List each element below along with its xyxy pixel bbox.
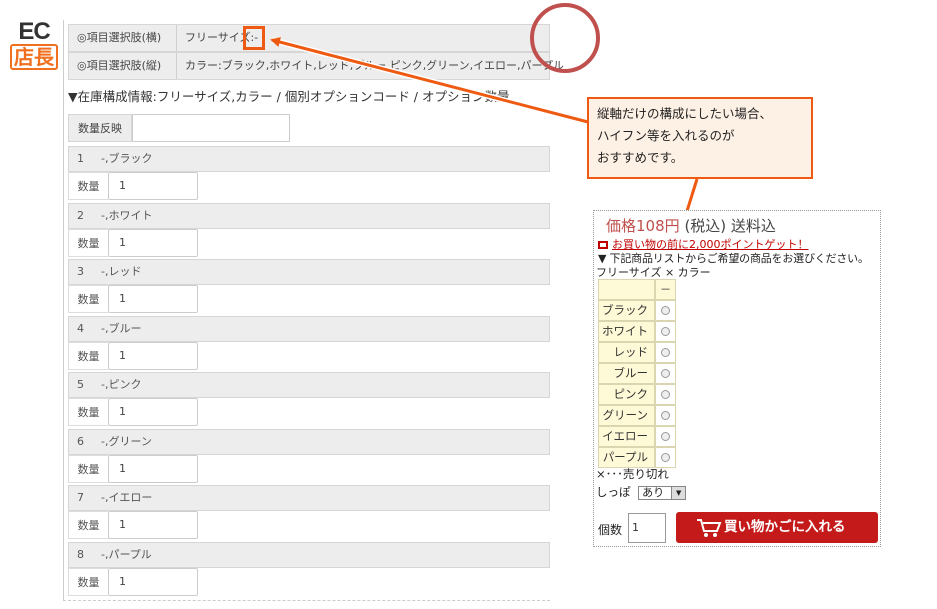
option-radio[interactable] (655, 426, 676, 447)
tail-select-value: あり (642, 485, 665, 499)
option-color-label: ホワイト (598, 321, 655, 342)
cart-icon (697, 519, 722, 537)
option-color-label: ブルー (598, 363, 655, 384)
option-color-label: グリーン (598, 405, 655, 426)
axis-label: フリーサイズ × カラー (596, 266, 711, 279)
callout-line: おすすめです。 (597, 150, 684, 165)
radio-icon (661, 327, 670, 336)
product-preview: 価格108円 (税込) 送料込 お買い物の前に2,000ポイントゲット！ ▼ 下… (593, 210, 881, 547)
price-line: 価格108円 (税込) 送料込 (606, 215, 776, 236)
soldout-legend: ×･･･売り切れ (596, 467, 669, 481)
radio-icon (661, 369, 670, 378)
price-value: 108円 (636, 217, 680, 235)
tail-select[interactable]: あり ▼ (638, 485, 687, 500)
quantity-label: 個数 (598, 523, 623, 537)
callout-line: ハイフン等を入れるのが (597, 128, 735, 143)
option-radio[interactable] (655, 447, 676, 468)
radio-icon (661, 306, 670, 315)
point-card-icon (598, 241, 608, 249)
option-color-label: ブラック (598, 300, 655, 321)
chevron-down-icon: ▼ (671, 486, 686, 499)
hint-callout: 縦軸だけの構成にしたい場合、 ハイフン等を入れるのが おすすめです。 (587, 97, 813, 179)
price-prefix: 価格 (606, 217, 637, 235)
option-color-label: イエロー (598, 426, 655, 447)
add-to-cart-label: 買い物かごに入れる (724, 519, 846, 535)
radio-icon (661, 390, 670, 399)
tail-label: しっぽ (596, 485, 631, 499)
radio-icon (661, 453, 670, 462)
option-table-corner (598, 279, 655, 300)
price-suffix: (税込) 送料込 (684, 217, 776, 235)
option-radio[interactable] (655, 405, 676, 426)
add-to-cart-button[interactable]: 買い物かごに入れる (676, 512, 878, 543)
quantity-input[interactable]: 1 (628, 513, 666, 543)
radio-icon (661, 432, 670, 441)
callout-line: 縦軸だけの構成にしたい場合、 (597, 106, 773, 121)
radio-icon (661, 348, 670, 357)
option-color-label: レッド (598, 342, 655, 363)
option-radio[interactable] (655, 342, 676, 363)
option-radio[interactable] (655, 321, 676, 342)
option-table-column-header: － (655, 279, 676, 300)
option-color-label: ピンク (598, 384, 655, 405)
option-radio[interactable] (655, 384, 676, 405)
option-radio[interactable] (655, 300, 676, 321)
option-color-label: パープル (598, 447, 655, 468)
tail-option-row: しっぽ あり ▼ (596, 484, 687, 500)
radio-icon (661, 411, 670, 420)
option-radio[interactable] (655, 363, 676, 384)
